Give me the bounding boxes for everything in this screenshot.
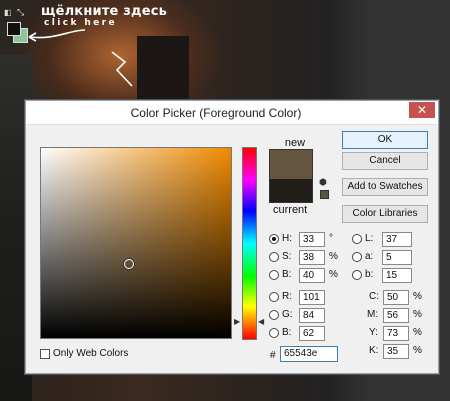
s-unit: % xyxy=(329,251,338,262)
hex-field[interactable]: 65543e xyxy=(280,346,338,362)
ok-button[interactable]: OK xyxy=(342,131,428,149)
g-label: G: xyxy=(282,309,293,320)
c-field[interactable]: 50 xyxy=(383,290,409,305)
h-radio[interactable] xyxy=(269,234,279,244)
a-field[interactable]: 5 xyxy=(382,250,412,265)
lab-b-label: b: xyxy=(365,269,374,280)
c-row: C: 50 % xyxy=(366,290,438,305)
blue-radio[interactable] xyxy=(269,328,279,338)
blue-label: B: xyxy=(282,327,292,338)
m-row: M: 56 % xyxy=(366,308,438,323)
hue-slider-left-handle-icon[interactable]: ▶ xyxy=(234,317,240,326)
c-unit: % xyxy=(413,291,422,302)
close-button[interactable]: ✕ xyxy=(409,102,435,118)
hex-label: # xyxy=(270,350,276,361)
s-row: S: 38 % xyxy=(269,250,339,265)
l-row: L: 37 xyxy=(352,232,432,247)
current-color-label: current xyxy=(273,204,308,216)
gamut-cube-icon[interactable]: ⬢ xyxy=(319,177,327,188)
b-label: B: xyxy=(282,269,292,280)
blue-field[interactable]: 62 xyxy=(299,326,325,341)
g-row: G: 84 xyxy=(269,308,339,323)
a-label: a: xyxy=(365,251,374,262)
b-row: B: 40 % xyxy=(269,268,339,283)
y-label: Y: xyxy=(369,327,378,338)
b-radio[interactable] xyxy=(269,270,279,280)
m-field[interactable]: 56 xyxy=(383,308,409,323)
r-label: R: xyxy=(282,291,292,302)
m-label: M: xyxy=(367,309,379,320)
title-bar[interactable]: Color Picker (Foreground Color) ✕ xyxy=(26,101,438,125)
a-radio[interactable] xyxy=(352,252,362,262)
k-field[interactable]: 35 xyxy=(383,344,409,359)
color-field[interactable] xyxy=(40,147,232,339)
y-field[interactable]: 73 xyxy=(383,326,409,341)
web-safe-color-swatch[interactable] xyxy=(320,190,329,199)
s-radio[interactable] xyxy=(269,252,279,262)
current-color-swatch[interactable] xyxy=(269,179,313,203)
c-label: C: xyxy=(369,291,379,302)
h-row: H: 33 ° xyxy=(269,232,339,247)
new-color-swatch xyxy=(269,149,313,179)
color-libraries-button[interactable]: Color Libraries xyxy=(342,205,428,223)
g-radio[interactable] xyxy=(269,310,279,320)
r-field[interactable]: 101 xyxy=(299,290,325,305)
k-label: K: xyxy=(369,345,379,356)
y-unit: % xyxy=(413,327,422,338)
hint-arrow-icon xyxy=(28,29,133,87)
m-unit: % xyxy=(413,309,422,320)
l-radio[interactable] xyxy=(352,234,362,244)
b-field[interactable]: 40 xyxy=(299,268,325,283)
hue-slider[interactable] xyxy=(242,147,257,340)
l-field[interactable]: 37 xyxy=(382,232,412,247)
b-unit: % xyxy=(329,269,338,280)
y-row: Y: 73 % xyxy=(366,326,438,341)
only-web-colors-checkbox[interactable] xyxy=(40,349,50,359)
l-label: L: xyxy=(365,233,374,244)
s-field[interactable]: 38 xyxy=(299,250,325,265)
hue-slider-right-handle-icon[interactable]: ◀ xyxy=(258,317,264,326)
k-row: K: 35 % xyxy=(366,344,438,359)
r-radio[interactable] xyxy=(269,292,279,302)
g-field[interactable]: 84 xyxy=(299,308,325,323)
h-label: H: xyxy=(282,233,292,244)
only-web-colors-label: Only Web Colors xyxy=(53,348,129,359)
h-unit: ° xyxy=(329,233,333,244)
k-unit: % xyxy=(413,345,422,356)
color-picker-dialog: Color Picker (Foreground Color) ✕ ▶ ◀ ne… xyxy=(25,100,439,374)
lab-b-row: b: 15 xyxy=(352,268,432,283)
a-row: a: 5 xyxy=(352,250,432,265)
lab-b-radio[interactable] xyxy=(352,270,362,280)
cancel-button[interactable]: Cancel xyxy=(342,152,428,170)
dialog-title: Color Picker (Foreground Color) xyxy=(130,106,302,120)
blue-row: B: 62 xyxy=(269,326,339,341)
r-row: R: 101 xyxy=(269,290,339,305)
new-color-label: new xyxy=(284,137,306,149)
color-field-marker[interactable] xyxy=(124,259,134,269)
foreground-color-swatch[interactable] xyxy=(7,22,21,36)
add-to-swatches-button[interactable]: Add to Swatches xyxy=(342,178,428,196)
lab-b-field[interactable]: 15 xyxy=(382,268,412,283)
h-field[interactable]: 33 xyxy=(299,232,325,247)
s-label: S: xyxy=(282,251,292,262)
